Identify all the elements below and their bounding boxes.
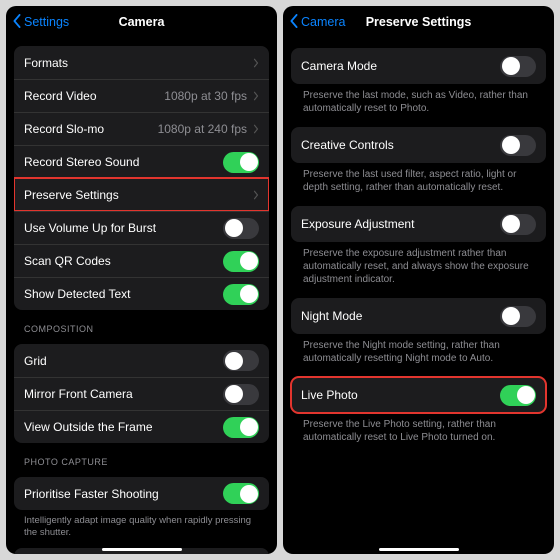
footer-text: Intelligently adapt image quality when r… (14, 510, 269, 540)
section-header-photo: PHOTO CAPTURE (24, 457, 265, 467)
navbar: Camera Preserve Settings (283, 6, 554, 38)
row-label: Scan QR Codes (24, 254, 223, 268)
toggle[interactable] (223, 152, 259, 173)
description: Preserve the last used filter, aspect ra… (291, 163, 546, 196)
toggle[interactable] (223, 218, 259, 239)
row-view-outside[interactable]: View Outside the Frame (14, 410, 269, 443)
toggle[interactable] (500, 306, 536, 327)
row-label: Record Stereo Sound (24, 155, 223, 169)
description: Preserve the Night mode setting, rather … (291, 334, 546, 367)
toggle[interactable] (223, 384, 259, 405)
row-stereo-sound[interactable]: Record Stereo Sound (14, 145, 269, 178)
row-live-photo[interactable]: Live Photo (291, 377, 546, 413)
row-camera-mode[interactable]: Camera Mode (291, 48, 546, 84)
group-night: Night Mode (291, 298, 546, 334)
row-label: Camera Mode (301, 59, 500, 73)
toggle[interactable] (500, 56, 536, 77)
row-exposure-adjustment[interactable]: Exposure Adjustment (291, 206, 546, 242)
row-prioritise-shooting[interactable]: Prioritise Faster Shooting (14, 477, 269, 510)
row-detected-text[interactable]: Show Detected Text (14, 277, 269, 310)
toggle[interactable] (223, 483, 259, 504)
row-detail: 1080p at 240 fps (158, 122, 247, 136)
toggle[interactable] (223, 417, 259, 438)
chevron-right-icon (253, 124, 259, 134)
row-label: Use Volume Up for Burst (24, 221, 223, 235)
row-label: Record Video (24, 89, 164, 103)
home-indicator (102, 548, 182, 551)
description: Preserve the exposure adjustment rather … (291, 242, 546, 288)
row-record-slomo[interactable]: Record Slo-mo 1080p at 240 fps (14, 112, 269, 145)
content: Formats Record Video 1080p at 30 fps Rec… (6, 38, 277, 554)
group-live-photo: Live Photo (291, 377, 546, 413)
chevron-right-icon (253, 58, 259, 68)
row-volume-burst[interactable]: Use Volume Up for Burst (14, 211, 269, 244)
group-exposure: Exposure Adjustment (291, 206, 546, 242)
back-label: Settings (24, 15, 69, 29)
row-label: Grid (24, 354, 223, 368)
chevron-right-icon (253, 190, 259, 200)
chevron-left-icon (289, 14, 299, 31)
row-label: Formats (24, 56, 253, 70)
phone-right: Camera Preserve Settings Camera Mode Pre… (283, 6, 554, 554)
row-label: Exposure Adjustment (301, 217, 500, 231)
row-label: Creative Controls (301, 138, 500, 152)
row-label: Record Slo-mo (24, 122, 158, 136)
section-header-composition: COMPOSITION (24, 324, 265, 334)
toggle[interactable] (223, 251, 259, 272)
row-label: View Outside the Frame (24, 420, 223, 434)
group-creative: Creative Controls (291, 127, 546, 163)
row-grid[interactable]: Grid (14, 344, 269, 377)
toggle[interactable] (500, 385, 536, 406)
row-scan-qr[interactable]: Scan QR Codes (14, 244, 269, 277)
row-label: Preserve Settings (24, 188, 253, 202)
toggle[interactable] (223, 284, 259, 305)
row-record-video[interactable]: Record Video 1080p at 30 fps (14, 79, 269, 112)
row-label: Mirror Front Camera (24, 387, 223, 401)
description: Preserve the Live Photo setting, rather … (291, 413, 546, 446)
toggle[interactable] (500, 135, 536, 156)
row-mirror-front[interactable]: Mirror Front Camera (14, 377, 269, 410)
chevron-right-icon (253, 91, 259, 101)
row-preserve-settings[interactable]: Preserve Settings (14, 178, 269, 211)
row-detail: 1080p at 30 fps (164, 89, 247, 103)
back-button[interactable]: Camera (289, 14, 345, 31)
chevron-left-icon (12, 14, 22, 31)
description: Preserve the last mode, such as Video, r… (291, 84, 546, 117)
back-label: Camera (301, 15, 345, 29)
group-camera-mode: Camera Mode (291, 48, 546, 84)
content: Camera Mode Preserve the last mode, such… (283, 38, 554, 554)
back-button[interactable]: Settings (12, 14, 69, 31)
row-label: Show Detected Text (24, 287, 223, 301)
group-composition: Grid Mirror Front Camera View Outside th… (14, 344, 269, 443)
row-creative-controls[interactable]: Creative Controls (291, 127, 546, 163)
row-label: Live Photo (301, 388, 500, 402)
group-main: Formats Record Video 1080p at 30 fps Rec… (14, 46, 269, 310)
home-indicator (379, 548, 459, 551)
row-formats[interactable]: Formats (14, 46, 269, 79)
toggle[interactable] (500, 214, 536, 235)
row-night-mode[interactable]: Night Mode (291, 298, 546, 334)
row-label: Night Mode (301, 309, 500, 323)
toggle[interactable] (223, 350, 259, 371)
group-photo: Prioritise Faster Shooting (14, 477, 269, 510)
phone-left: Settings Camera Formats Record Video 108… (6, 6, 277, 554)
row-label: Prioritise Faster Shooting (24, 487, 223, 501)
navbar: Settings Camera (6, 6, 277, 38)
